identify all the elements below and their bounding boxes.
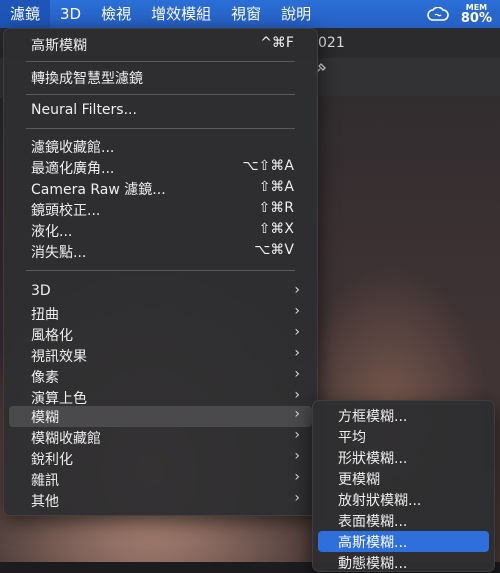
menu-item-label: 演算上色 [31, 391, 87, 407]
menu-window[interactable]: 視窗 [221, 0, 271, 28]
chevron-right-icon: › [294, 490, 300, 506]
menu-item-shortcut: ⇧⌘A [258, 179, 294, 195]
menu-filter[interactable]: 濾鏡 [0, 0, 51, 28]
menu-item-neural-filters[interactable]: Neural Filters... [9, 101, 312, 122]
menu-plugins[interactable]: 增效模組 [141, 0, 221, 28]
menu-item-label: 其他 [31, 494, 59, 510]
menu-3d[interactable]: 3D [50, 0, 91, 28]
menu-item-lens-correction[interactable]: 鏡頭校正... ⇧⌘R [9, 199, 312, 220]
menu-item-label: 銳利化 [31, 452, 73, 468]
menu-item-label: 模糊收藏館 [31, 431, 101, 447]
chevron-right-icon: › [294, 366, 300, 382]
menu-item-shortcut: ⇧⌘R [258, 200, 294, 216]
chevron-right-icon: › [294, 469, 300, 485]
submenu-item-box-blur[interactable]: 方框模糊... [318, 405, 489, 426]
menu-item-camera-raw[interactable]: Camera Raw 濾鏡... ⇧⌘A [9, 178, 312, 199]
menu-item-adaptive-wide-angle[interactable]: 最適化廣角... ⌥⇧⌘A [9, 157, 312, 178]
submenu-item-label: 更模糊 [338, 472, 380, 488]
document-tab-title[interactable]: 021 [318, 35, 345, 51]
menu-item-label: Neural Filters... [31, 102, 137, 118]
menu-item-label: 模糊 [31, 410, 59, 426]
menu-item-label: 雜訊 [31, 473, 59, 489]
menu-item-blur-gallery[interactable]: 模糊收藏館 › [9, 427, 312, 448]
menu-separator [26, 61, 295, 62]
submenu-item-label: 平均 [338, 430, 366, 446]
submenu-item-label: 動態模糊... [338, 556, 408, 572]
menu-item-convert-smart-filter[interactable]: 轉換成智慧型濾鏡 [9, 67, 312, 88]
menu-item-label: 風格化 [31, 328, 73, 344]
submenu-item-average[interactable]: 平均 [318, 426, 489, 447]
submenu-item-label: 高斯模糊... [338, 535, 408, 551]
menu-item-render[interactable]: 演算上色 › [9, 387, 312, 408]
document-tab-bar[interactable]: 021 [316, 28, 500, 58]
chevron-right-icon: › [294, 324, 300, 340]
menu-item-stylize[interactable]: 風格化 › [9, 324, 312, 345]
menu-item-shortcut: ⇧⌘X [258, 221, 294, 237]
menu-item-label: 扭曲 [31, 307, 59, 323]
submenu-item-surface-blur[interactable]: 表面模糊... [318, 510, 489, 531]
submenu-item-label: 表面模糊... [338, 514, 408, 530]
options-bar [316, 58, 500, 96]
menu-help[interactable]: 說明 [271, 0, 321, 28]
menu-item-label: Camera Raw 濾鏡... [31, 182, 166, 198]
chevron-right-icon: › [294, 345, 300, 361]
menu-separator [26, 128, 295, 129]
memory-indicator[interactable]: MEM 80% [460, 3, 492, 26]
menu-item-noise[interactable]: 雜訊 › [9, 469, 312, 490]
menu-item-label: 像素 [31, 370, 59, 386]
menu-item-blur[interactable]: 模糊 › [9, 406, 312, 427]
filter-menu: 高斯模糊 ^⌘F 轉換成智慧型濾鏡 Neural Filters... 濾鏡收藏… [3, 28, 318, 516]
submenu-item-label: 放射狀模糊... [338, 493, 422, 509]
menu-item-last-filter[interactable]: 高斯模糊 ^⌘F [9, 34, 312, 55]
menu-item-distort[interactable]: 扭曲 › [9, 303, 312, 324]
menu-item-label: 轉換成智慧型濾鏡 [31, 71, 143, 87]
menu-item-filter-gallery[interactable]: 濾鏡收藏館... [9, 136, 312, 157]
menu-item-3d[interactable]: 3D › [9, 282, 312, 303]
menu-item-label: 視訊效果 [31, 349, 87, 365]
menu-item-shortcut: ⌥⌘V [254, 242, 294, 258]
menu-item-label: 最適化廣角... [31, 161, 115, 177]
chevron-right-icon: › [294, 387, 300, 403]
submenu-item-label: 方框模糊... [338, 409, 408, 425]
menu-item-shortcut: ^⌘F [260, 35, 294, 51]
chevron-right-icon: › [294, 303, 300, 319]
submenu-item-blur-more[interactable]: 更模糊 [318, 468, 489, 489]
menu-separator [26, 270, 295, 271]
submenu-item-label: 形狀模糊... [338, 451, 408, 467]
menu-item-pixelate[interactable]: 像素 › [9, 366, 312, 387]
memory-value: 80% [460, 10, 492, 26]
submenu-item-gaussian-blur[interactable]: 高斯模糊... [318, 531, 489, 552]
submenu-item-radial-blur[interactable]: 放射狀模糊... [318, 489, 489, 510]
chevron-right-icon: › [294, 448, 300, 464]
menu-item-liquify[interactable]: 液化... ⇧⌘X [9, 220, 312, 241]
menu-item-shortcut: ⌥⇧⌘A [242, 158, 294, 174]
menu-view[interactable]: 檢視 [91, 0, 141, 28]
menubar: 濾鏡 3D 檢視 增效模組 視窗 說明 MEM 80% [0, 0, 500, 28]
submenu-item-motion-blur[interactable]: 動態模糊... [318, 552, 489, 573]
chevron-right-icon: › [294, 427, 300, 443]
menu-item-sharpen[interactable]: 銳利化 › [9, 448, 312, 469]
menu-item-label: 鏡頭校正... [31, 203, 101, 219]
menu-item-label: 高斯模糊 [31, 38, 87, 54]
menu-item-other[interactable]: 其他 › [9, 490, 312, 511]
creative-cloud-icon[interactable] [427, 6, 449, 21]
blur-submenu: 方框模糊... 平均 形狀模糊... 更模糊 放射狀模糊... 表面模糊... … [312, 400, 495, 572]
menu-separator [26, 94, 295, 95]
menu-item-vanishing-point[interactable]: 消失點... ⌥⌘V [9, 241, 312, 262]
submenu-item-shape-blur[interactable]: 形狀模糊... [318, 447, 489, 468]
menu-item-label: 濾鏡收藏館... [31, 140, 115, 156]
chevron-right-icon: › [294, 406, 300, 422]
menu-item-label: 液化... [31, 224, 73, 240]
chevron-right-icon: › [294, 282, 300, 298]
menu-item-video[interactable]: 視訊效果 › [9, 345, 312, 366]
menu-item-label: 消失點... [31, 245, 87, 261]
menu-item-label: 3D [31, 283, 51, 299]
